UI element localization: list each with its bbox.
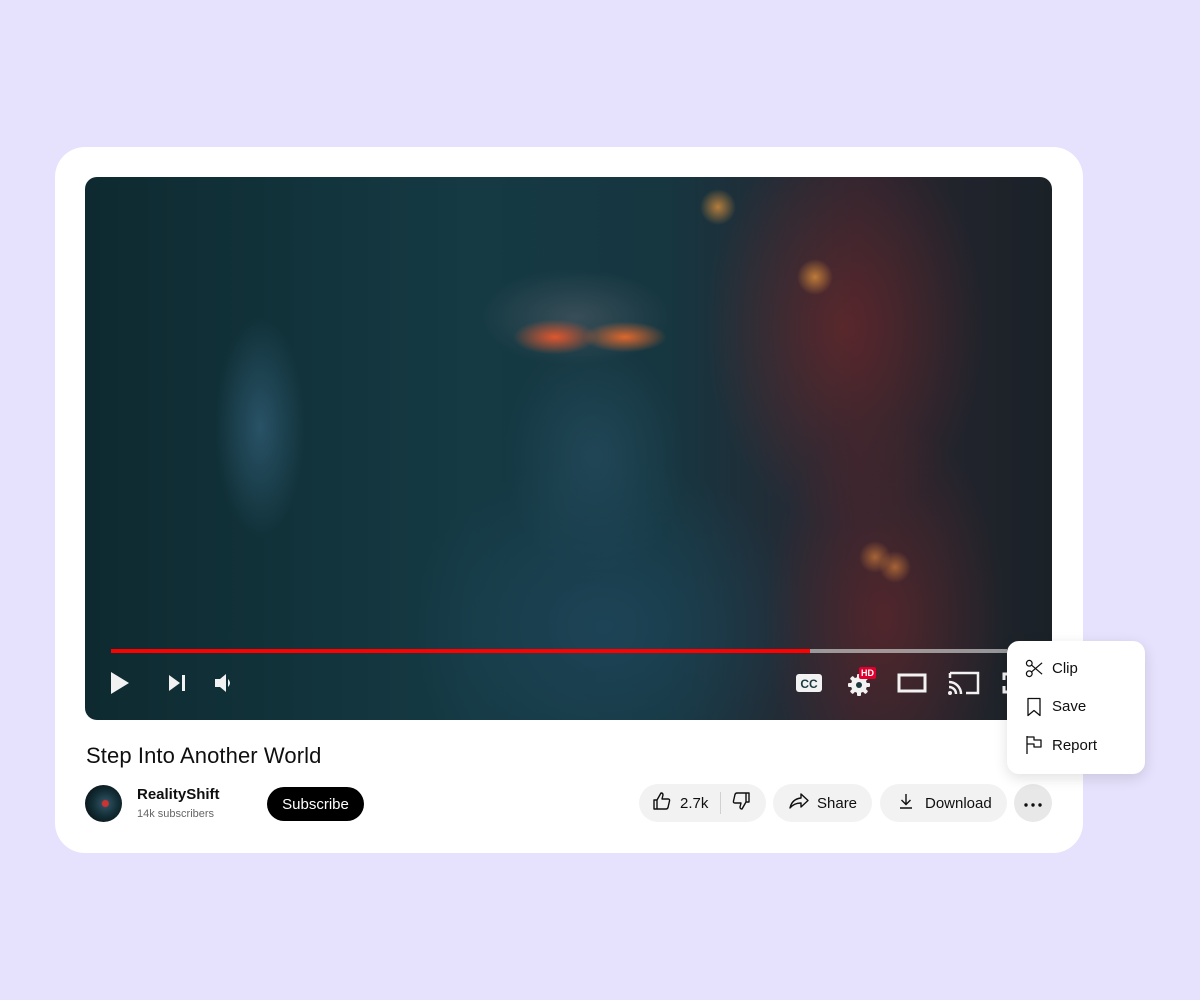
thumbs-up-icon xyxy=(652,791,672,815)
menu-item-save[interactable]: Save xyxy=(1007,688,1145,727)
closed-captions-icon: CC xyxy=(795,673,823,693)
subscribe-button[interactable]: Subscribe xyxy=(267,787,364,821)
subscriber-count: 14k subscribers xyxy=(137,808,215,820)
next-button[interactable] xyxy=(163,669,191,697)
play-icon xyxy=(109,671,131,695)
channel-name[interactable]: RealityShift xyxy=(137,786,220,803)
more-actions-menu: Clip Save Report xyxy=(1007,641,1145,774)
cast-button[interactable] xyxy=(947,669,981,697)
captions-button[interactable]: CC xyxy=(795,669,823,697)
share-button[interactable]: Share xyxy=(773,784,872,822)
settings-gear-icon: HD xyxy=(847,667,876,697)
video-player[interactable]: CC HD xyxy=(85,177,1052,720)
video-card: CC HD Step Into Another World RealityShi… xyxy=(55,147,1083,853)
menu-item-label: Clip xyxy=(1052,659,1078,677)
theater-mode-button[interactable] xyxy=(897,669,927,697)
share-label: Share xyxy=(817,794,858,812)
like-count: 2.7k xyxy=(680,794,709,812)
more-horizontal-icon xyxy=(1024,794,1042,812)
hd-badge: HD xyxy=(859,667,876,679)
theater-mode-icon xyxy=(897,672,927,694)
play-button[interactable] xyxy=(106,669,134,697)
svg-text:CC: CC xyxy=(800,677,818,691)
skip-next-icon xyxy=(167,674,187,692)
like-dislike-group: 2.7k xyxy=(639,784,766,822)
volume-button[interactable] xyxy=(211,669,239,697)
scissors-icon xyxy=(1024,658,1044,678)
like-button[interactable]: 2.7k xyxy=(639,784,708,822)
more-actions-button[interactable] xyxy=(1014,784,1052,822)
cast-icon xyxy=(947,670,981,696)
menu-item-report[interactable]: Report xyxy=(1007,726,1145,765)
progress-bar[interactable] xyxy=(111,649,1007,653)
download-label: Download xyxy=(925,794,992,812)
menu-item-clip[interactable]: Clip xyxy=(1007,649,1145,688)
thumbs-down-icon xyxy=(731,791,751,815)
settings-button[interactable]: HD xyxy=(847,667,876,697)
flag-icon xyxy=(1024,735,1044,755)
channel-avatar[interactable] xyxy=(85,785,122,822)
menu-item-label: Save xyxy=(1052,698,1087,716)
bookmark-icon xyxy=(1024,697,1044,717)
menu-item-label: Report xyxy=(1052,736,1098,754)
dislike-button[interactable] xyxy=(721,784,751,822)
share-arrow-icon xyxy=(789,792,809,814)
progress-played xyxy=(111,649,810,653)
video-title: Step Into Another World xyxy=(86,743,322,768)
download-icon xyxy=(897,792,915,814)
volume-icon xyxy=(214,673,236,693)
download-button[interactable]: Download xyxy=(880,784,1007,822)
